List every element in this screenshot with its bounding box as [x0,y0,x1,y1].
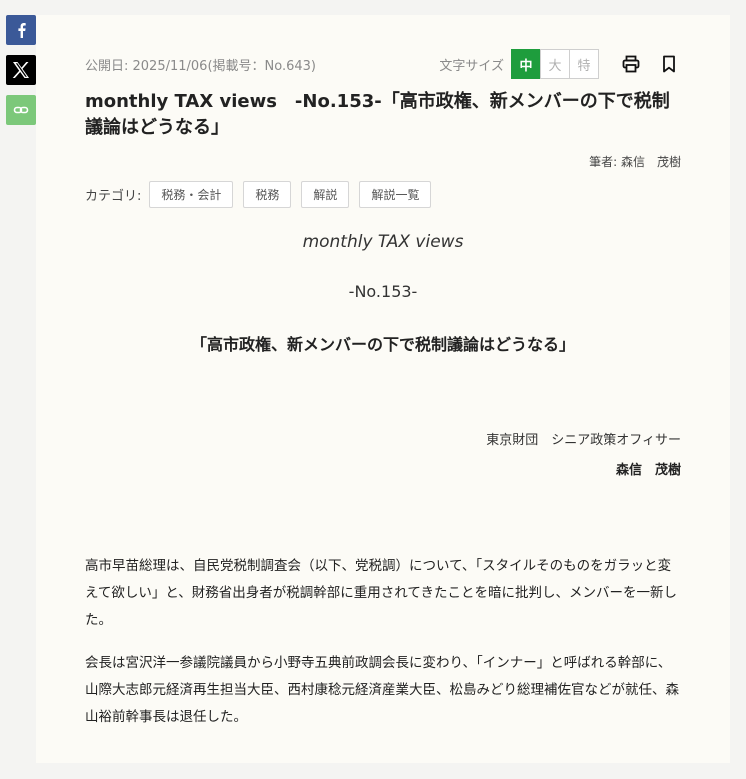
category-tag[interactable]: 税務・会計 [149,181,234,208]
category-tag[interactable]: 税務 [243,181,292,208]
font-size-extra-button[interactable]: 特 [569,49,599,79]
body-paragraph: 会長は宮沢洋一参議院議員から小野寺五典前政調会長に変わり、「インナー」と呼ばれる… [85,655,679,725]
article-meta-row: 公開日: 2025/11/06(掲載号：No.643) 文字サイズ 中 大 特 [85,49,681,79]
copy-link-button[interactable] [6,95,36,125]
facebook-share-button[interactable] [6,15,36,45]
issue-number: (掲載号：No.643) [207,58,316,74]
link-icon [13,106,29,114]
bookmark-button[interactable] [657,52,681,76]
printer-icon [622,55,640,73]
x-share-button[interactable] [6,55,36,85]
article-body: 高市早苗総理は、自民党税制調査会（以下、党税調）について、「スタイルそのものをガ… [85,553,681,747]
category-tag[interactable]: 解説 [301,181,350,208]
facebook-icon [18,23,26,38]
x-icon [12,62,29,78]
font-size-label: 文字サイズ [439,58,504,74]
author-byline: 筆者: 森信 茂樹 [589,155,681,169]
author-affiliation: 東京財団 シニア政策オフィサー [486,433,681,448]
body-paragraph: 高市早苗総理は、自民党税制調査会（以下、党税調）について、「スタイルそのものをガ… [85,558,677,628]
share-rail [6,15,36,135]
font-size-medium-button[interactable]: 中 [511,49,541,79]
font-size-control: 文字サイズ 中 大 特 [439,49,681,79]
category-tag[interactable]: 解説一覧 [359,181,432,208]
article-subtitle: 「高市政権、新メンバーの下で税制議論はどうなる」 [190,335,575,354]
bookmark-icon [663,55,675,73]
publish-date: 公開日: 2025/11/06(掲載号：No.643) [85,55,316,74]
publish-date-text: 公開日: 2025/11/06 [85,58,208,74]
series-number: -No.153- [348,282,418,301]
article-card: 公開日: 2025/11/06(掲載号：No.643) 文字サイズ 中 大 特 … [36,15,730,763]
series-name: monthly TAX views [302,232,464,252]
author-name: 森信 茂樹 [615,463,681,478]
category-row: カテゴリ: 税務・会計 税務 解説 解説一覧 [85,181,441,208]
font-size-large-button[interactable]: 大 [540,49,570,79]
print-button[interactable] [619,52,643,76]
category-label: カテゴリ: [85,189,142,204]
article-title: monthly TAX views -No.153-「高市政権、新メンバーの下で… [85,91,670,139]
